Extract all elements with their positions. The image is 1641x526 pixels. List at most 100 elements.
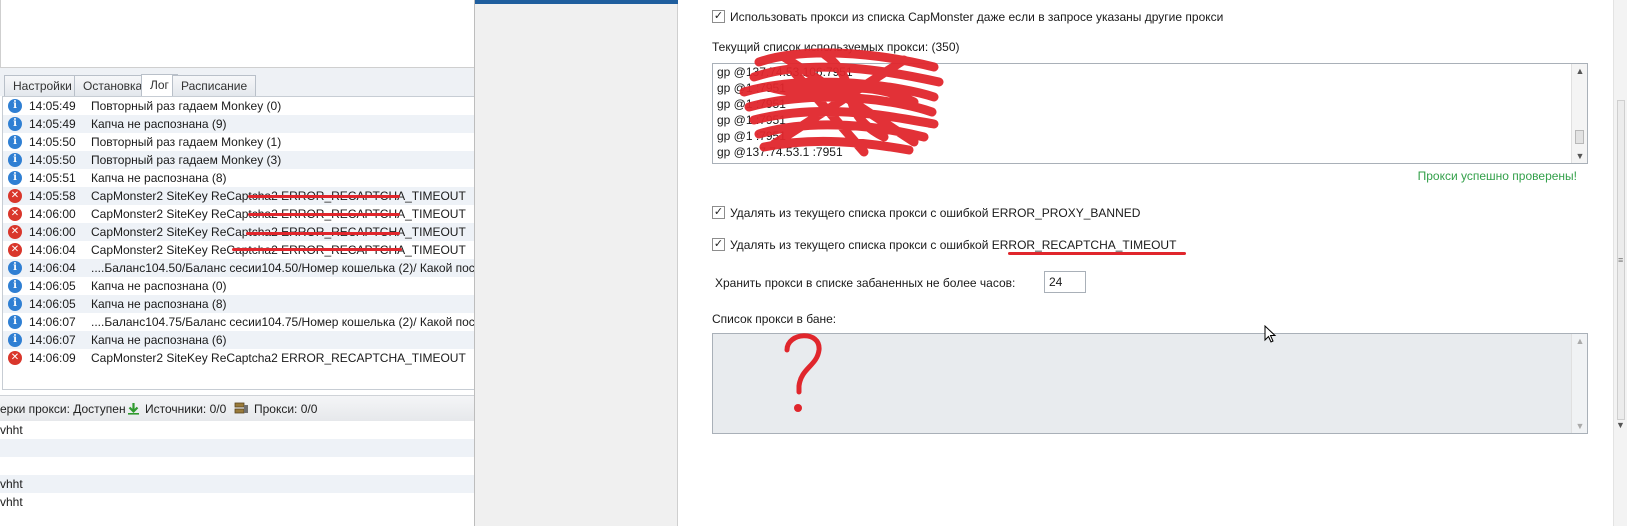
scroll-down-icon[interactable]: ▼ [1572,151,1587,161]
scroll-up-icon[interactable]: ▲ [1572,66,1587,76]
log-time: 14:06:05 [29,279,76,293]
log-entry[interactable]: ✕ 14:06:00 CapMonster2 SiteKey ReCaptcha2 … [3,205,474,223]
log-time: 14:06:09 [29,351,76,365]
annotation-underline [232,248,402,251]
banned-proxy-list[interactable]: ▲ ▼ [712,333,1588,434]
error-icon: ✕ [8,351,22,365]
log-message: Повторный раз гадаем Monkey (3) [91,153,282,167]
capmonster-settings-panel: ✓ Использовать прокси из списка CapMonst… [678,0,1613,526]
log-time: 14:06:05 [29,297,76,311]
log-time: 14:05:49 [29,99,76,113]
log-message: Повторный раз гадаем Monkey (1) [91,135,282,149]
current-proxy-list-label: Текущий список используемых прокси: (350… [712,40,960,54]
log-time: 14:06:00 [29,225,76,239]
log-message: Повторный раз гадаем Monkey (0) [91,99,282,113]
info-icon: i [8,279,22,293]
hours-input[interactable]: 24 [1044,271,1086,293]
status-bar: ерки прокси: Доступен Источники: 0/0 Про… [0,395,474,421]
log-entry[interactable]: i 14:06:07 Капча не распознана (6) [3,331,474,349]
log-time: 14:06:04 [29,261,76,275]
log-time: 14:05:50 [29,153,76,167]
log-entry[interactable]: i 14:05:49 Капча не распознана (9) [3,115,474,133]
list-item[interactable]: vhht [0,421,474,439]
log-entry[interactable]: ✕ 14:06:09 CapMonster2 SiteKey ReCaptcha2 … [3,349,474,367]
proxies-count: Прокси: 0/0 [254,402,318,416]
list-item[interactable]: vhht [0,493,474,511]
log-time: 14:05:50 [29,135,76,149]
remove-banned-label: Удалять из текущего списка прокси с ошиб… [730,206,1141,220]
info-icon: i [8,297,22,311]
proxy-line: gp @1 :7951 [717,129,786,143]
use-capmonster-proxy-label: Использовать прокси из списка CapMonster… [730,10,1224,24]
scroll-down-icon[interactable]: ▼ [1616,420,1625,430]
proxies-checked-status: Прокси успешно проверены! [1417,169,1577,183]
log-entry[interactable]: i 14:05:51 Капча не распознана (8) [3,169,474,187]
log-entry[interactable]: i 14:05:50 Повторный раз гадаем Monkey (3) [3,151,474,169]
log-entry[interactable]: i 14:05:49 Повторный раз гадаем Monkey (0) [3,97,474,115]
log-time: 14:05:51 [29,171,76,185]
log-entry[interactable]: i 14:06:05 Капча не распознана (8) [3,295,474,313]
log-message: Капча не распознана (0) [91,279,227,293]
tab-bar: Настройки Остановка Лог Расписание [0,68,474,96]
error-icon: ✕ [8,243,22,257]
list-item[interactable] [0,457,474,475]
log-message: CapMonster2 SiteKey ReCaptcha2 ERROR_REC… [91,351,466,365]
log-time: 14:06:07 [29,333,76,347]
info-icon: i [8,261,22,275]
info-icon: i [8,117,22,131]
window-titlebar-edge [475,0,679,4]
info-icon: i [8,333,22,347]
annotation-underline [1008,252,1186,255]
download-arrow-icon [128,403,139,415]
log-entry[interactable]: ✕ 14:06:00 CapMonster2 SiteKey ReCaptcha2 … [3,223,474,241]
proxy-line: gp @1 :7951 [717,81,786,95]
remove-banned-checkbox[interactable]: ✓ [712,206,725,219]
info-icon: i [8,315,22,329]
log-time: 14:06:00 [29,207,76,221]
bot-app-window: Настройки Остановка Лог Расписание i 14:0… [0,0,474,526]
settings-scrollbar[interactable]: ≡ ▼ [1613,0,1627,526]
tab-stop[interactable]: Остановка [74,75,152,96]
log-entry[interactable]: i 14:05:50 Повторный раз гадаем Monkey (1) [3,133,474,151]
use-capmonster-proxy-checkbox[interactable]: ✓ [712,10,725,23]
current-proxy-list[interactable]: gp @137.74.53.106:7951 gp @1 :7951 gp @1… [712,63,1588,164]
banned-list-scrollbar[interactable]: ▲ ▼ [1571,334,1587,433]
remove-timeout-checkbox[interactable]: ✓ [712,238,725,251]
sources-count: Источники: 0/0 [145,402,227,416]
remove-timeout-label: Удалять из текущего списка прокси с ошиб… [730,238,1177,252]
log-list[interactable]: i 14:05:49 Повторный раз гадаем Monkey (0)… [2,96,474,390]
accounts-list[interactable]: vhht vhht vhht [0,421,474,526]
proxy-line: gp @137.74.53.1 :7951 [717,145,843,159]
log-entry[interactable]: ✕ 14:05:58 CapMonster2 SiteKey ReCaptcha2 … [3,187,474,205]
list-item[interactable]: vhht [0,475,474,493]
error-icon: ✕ [8,207,22,221]
top-empty-area [0,0,474,68]
scroll-grip-icon: ≡ [1618,255,1624,265]
log-entry[interactable]: i 14:06:04 ....Баланс104.50/Баланс сесии10… [3,259,474,277]
log-time: 14:06:04 [29,243,76,257]
annotation-underline [246,232,400,235]
window-gap [474,0,679,526]
log-entry[interactable]: i 14:06:07 ....Баланс104.75/Баланс сесии10… [3,313,474,331]
info-icon: i [8,153,22,167]
info-icon: i [8,171,22,185]
scroll-down-icon[interactable]: ▼ [1572,421,1588,431]
hours-label: Хранить прокси в списке забаненных не бо… [715,276,1016,290]
scroll-thumb[interactable] [1575,130,1584,144]
list-item[interactable] [0,439,474,457]
info-icon: i [8,99,22,113]
screen: Настройки Остановка Лог Расписание i 14:0… [0,0,1641,526]
tab-schedule[interactable]: Расписание [172,75,257,96]
banned-list-label: Список прокси в бане: [712,312,837,326]
proxy-list-scrollbar[interactable]: ▲ ▼ [1571,64,1587,163]
log-time: 14:05:49 [29,117,76,131]
proxy-line: gp @1 :7951 [717,113,786,127]
scroll-up-icon[interactable]: ▲ [1572,336,1588,346]
log-time: 14:05:58 [29,189,76,203]
log-message: ....Баланс104.50/Баланс сесии104.50/Номе… [91,261,474,275]
annotation-underline [248,195,400,198]
log-message: Капча не распознана (6) [91,333,227,347]
log-entry[interactable]: i 14:06:05 Капча не распознана (0) [3,277,474,295]
info-icon: i [8,135,22,149]
tab-settings[interactable]: Настройки [4,75,81,96]
